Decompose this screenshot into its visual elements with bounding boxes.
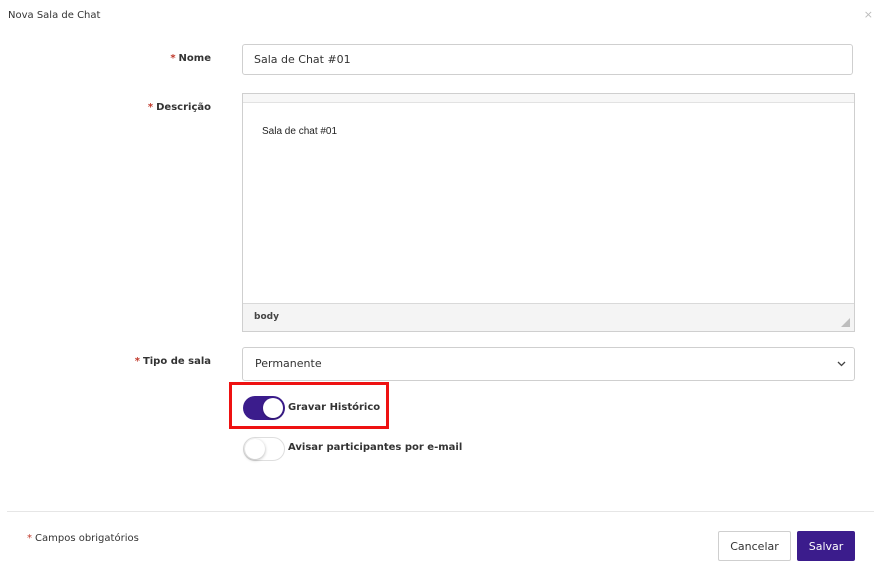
editor-status-path: body [243,303,854,331]
modal-title: Nova Sala de Chat [8,10,101,21]
required-note: * Campos obrigatórios [27,533,139,544]
nome-input[interactable] [242,44,853,75]
tipo-sala-select[interactable]: Permanente [242,347,855,381]
resize-grip-icon[interactable] [841,318,850,327]
required-mark: * [134,356,140,367]
tipo-sala-label: * Tipo de sala [0,356,211,367]
required-mark: * [27,533,32,544]
required-mark: * [170,53,176,64]
editor-toolbar [243,94,854,103]
cancel-button[interactable]: Cancelar [718,531,791,561]
footer-divider [7,511,874,512]
toggle-knob [245,439,265,459]
toggle-knob [263,398,283,418]
tipo-sala-label-text: Tipo de sala [142,356,211,367]
descricao-label: * Descrição [0,102,211,113]
required-mark: * [147,102,154,113]
gravar-historico-toggle[interactable] [243,396,285,420]
gravar-historico-label: Gravar Histórico [288,402,381,413]
close-icon[interactable]: × [864,8,873,21]
required-note-text: Campos obrigatórios [35,533,139,544]
avisar-email-toggle[interactable] [243,437,285,461]
descricao-editor[interactable]: Sala de chat #01 body [242,93,855,332]
save-button[interactable]: Salvar [797,531,855,561]
chevron-down-icon [837,348,846,394]
descricao-label-text: Descrição [156,102,211,113]
editor-content[interactable]: Sala de chat #01 [243,103,854,160]
nome-label-text: Nome [178,53,211,64]
nome-label: * Nome [0,53,211,64]
avisar-email-label: Avisar participantes por e-mail [288,442,463,453]
tipo-sala-selected: Permanente [255,357,322,370]
